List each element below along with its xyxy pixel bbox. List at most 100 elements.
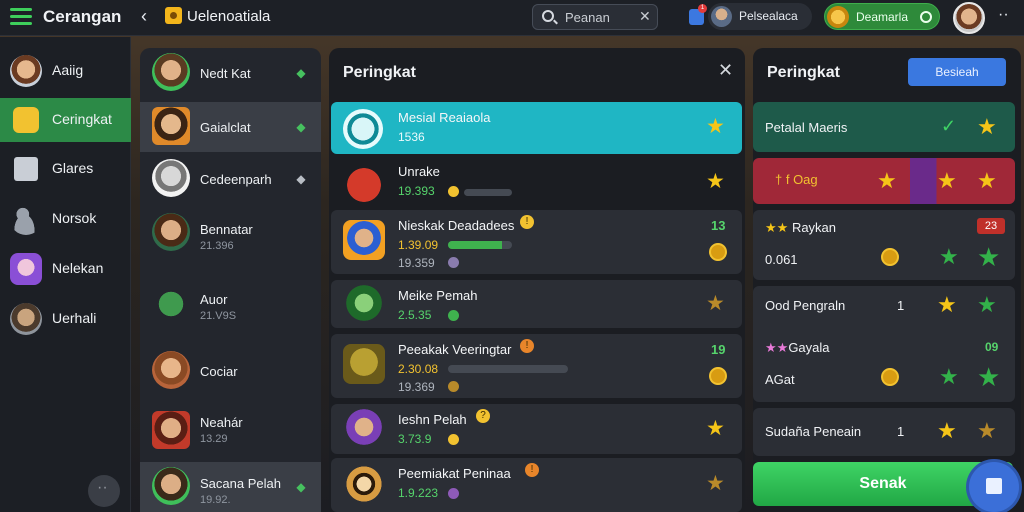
- flag-icon: [14, 157, 38, 181]
- avatar: [152, 285, 190, 323]
- user-chip[interactable]: Pelsealaca: [708, 3, 812, 30]
- friend-score: 13.29: [200, 433, 228, 445]
- ranking-header: Peringkat ✕: [329, 48, 745, 98]
- player-score: 2.5.35: [398, 308, 432, 322]
- notification-icon[interactable]: 1: [689, 4, 707, 25]
- back-button[interactable]: ‹: [141, 6, 147, 27]
- card-value: 0.061: [765, 252, 798, 267]
- friend-score: 21.396: [200, 240, 234, 252]
- star-icon: ★: [877, 168, 897, 193]
- star-icon[interactable]: ★: [706, 169, 725, 194]
- ranking-row[interactable]: Peemiakat Peninaa ! 1.9.223 ★: [331, 458, 742, 512]
- avatar: [343, 464, 385, 504]
- breadcrumb: Uelenoatiala: [187, 8, 271, 25]
- list-item[interactable]: Cociar: [140, 346, 321, 396]
- avatar: [711, 6, 732, 27]
- list-item[interactable]: Cedeenparh ◆: [140, 154, 321, 204]
- player-score: 19.393: [398, 184, 435, 198]
- sidebar-item-label: Nelekan: [52, 260, 104, 276]
- ranking-row[interactable]: Ieshn Pelah ? 3.73.9 ★: [331, 404, 742, 454]
- friend-name: Sacana Pelah: [200, 476, 281, 491]
- sidebar-item-ceringkat[interactable]: Ceringkat: [0, 98, 131, 142]
- list-item[interactable]: Nedt Kat ◆: [140, 48, 321, 98]
- alert-badge: ?: [476, 409, 490, 423]
- friend-name: Gaialclat: [200, 120, 251, 135]
- toggle-icon: [920, 11, 932, 23]
- more-icon[interactable]: ··: [998, 6, 1009, 24]
- search-box: ✕: [532, 4, 658, 30]
- star-icon: ★: [939, 364, 959, 389]
- sidebar-item-label: Uerhali: [52, 310, 97, 326]
- sidebar-item-uerhali[interactable]: Uerhali: [0, 297, 131, 341]
- coin-icon: [827, 6, 849, 28]
- card-label: Ood Pengraln: [765, 298, 846, 313]
- player-name: Peemiakat Peninaa: [398, 466, 511, 481]
- list-item[interactable]: Bennatar 21.396: [140, 208, 321, 258]
- chat-icon[interactable]: [88, 475, 120, 507]
- avatar-icon: [10, 55, 42, 87]
- avatar: [343, 220, 385, 260]
- gem-icon: [448, 488, 459, 499]
- list-item[interactable]: Auor 21.V9S: [140, 280, 321, 330]
- star-icon[interactable]: ★: [706, 416, 725, 441]
- ranking-title: Peringkat: [343, 64, 416, 81]
- sidebar-item-aaiig[interactable]: Aaiig: [0, 49, 131, 93]
- star-icon[interactable]: ★: [706, 291, 725, 316]
- avatar: [152, 411, 190, 449]
- card-label: Sudaña Peneain: [765, 424, 862, 439]
- reward-card[interactable]: Ood Pengraln 1 ★ ★ ★★Gayala 09 AGat ★ ★: [753, 286, 1015, 402]
- ranking-row[interactable]: Peeakak Veeringtar ! 2.30.08 19.369 19: [331, 334, 742, 398]
- coin-chip[interactable]: Deamarla: [824, 3, 940, 30]
- reward-card[interactable]: Petalal Maeris ✓ ★: [753, 102, 1015, 152]
- ranking-row[interactable]: Unrake 19.393 ★: [331, 156, 742, 208]
- chat-fab-button[interactable]: [969, 462, 1019, 512]
- rank-number: 09: [985, 340, 999, 354]
- clear-search-button[interactable]: ✕: [639, 8, 651, 25]
- star-icon: ★: [977, 168, 997, 193]
- reward-card[interactable]: Sudaña Peneain 1 ★ ★: [753, 408, 1015, 456]
- card-value: 1: [897, 298, 905, 313]
- player-score: 2.30.08: [398, 362, 439, 376]
- sidebar-item-label: Glares: [52, 160, 94, 176]
- reward-card[interactable]: † f Oag ★ ★ ★: [753, 158, 1015, 204]
- ranking-row[interactable]: Nieskak Deadadees ! 1.39.09 19.359 13: [331, 210, 742, 274]
- online-icon: ◆: [296, 66, 306, 80]
- player-name: Peeakak Veeringtar: [398, 342, 512, 357]
- friend-name: Bennatar: [200, 222, 253, 237]
- friend-score: 21.V9S: [200, 310, 237, 322]
- star-icon[interactable]: ★: [706, 114, 725, 139]
- ranking-row[interactable]: Mesial Reaiaola 1536 ★: [331, 102, 742, 154]
- profile-avatar[interactable]: [953, 2, 985, 34]
- user-name: Pelsealaca: [739, 9, 798, 23]
- close-icon[interactable]: ✕: [718, 60, 733, 81]
- character-icon: [10, 253, 42, 285]
- progress-bar: [464, 189, 512, 196]
- card-label: ★★ Raykan: [765, 220, 837, 235]
- avatar: [152, 351, 190, 389]
- coin-icon: [881, 368, 899, 386]
- reward-card[interactable]: ★★ Raykan 23 0.061 ★ ★: [753, 210, 1015, 280]
- card-value: 1: [897, 424, 905, 439]
- online-icon: ◆: [296, 120, 306, 134]
- search-input[interactable]: [565, 8, 637, 26]
- list-item[interactable]: Gaialclat ◆: [140, 102, 321, 152]
- star-icon[interactable]: ★: [706, 471, 725, 496]
- avatar: [152, 53, 190, 91]
- sidebar-item-glares[interactable]: Glares: [0, 147, 131, 191]
- list-item[interactable]: Neahár 13.29: [140, 406, 321, 456]
- people-icon: [10, 203, 42, 235]
- rank-number: 13: [711, 218, 726, 233]
- count-badge: 23: [977, 218, 1005, 234]
- action-button[interactable]: Besieah: [908, 58, 1006, 86]
- sidebar-item-norsok[interactable]: Norsok: [0, 197, 131, 241]
- sidebar-item-nelekan[interactable]: Nelekan: [0, 247, 131, 291]
- ranking-row[interactable]: Meike Pemah 2.5.35 ★: [331, 280, 742, 328]
- list-item[interactable]: Sacana Pelah 19.92. ◆: [140, 462, 321, 512]
- player-score: 1.39.09: [398, 238, 439, 252]
- menu-icon[interactable]: [10, 8, 32, 26]
- star-icon: ★: [977, 114, 997, 139]
- friend-name: Cociar: [200, 364, 238, 379]
- progress-bar: [448, 241, 512, 249]
- player-score-secondary: 19.369: [398, 380, 435, 394]
- coin-icon: [709, 243, 727, 261]
